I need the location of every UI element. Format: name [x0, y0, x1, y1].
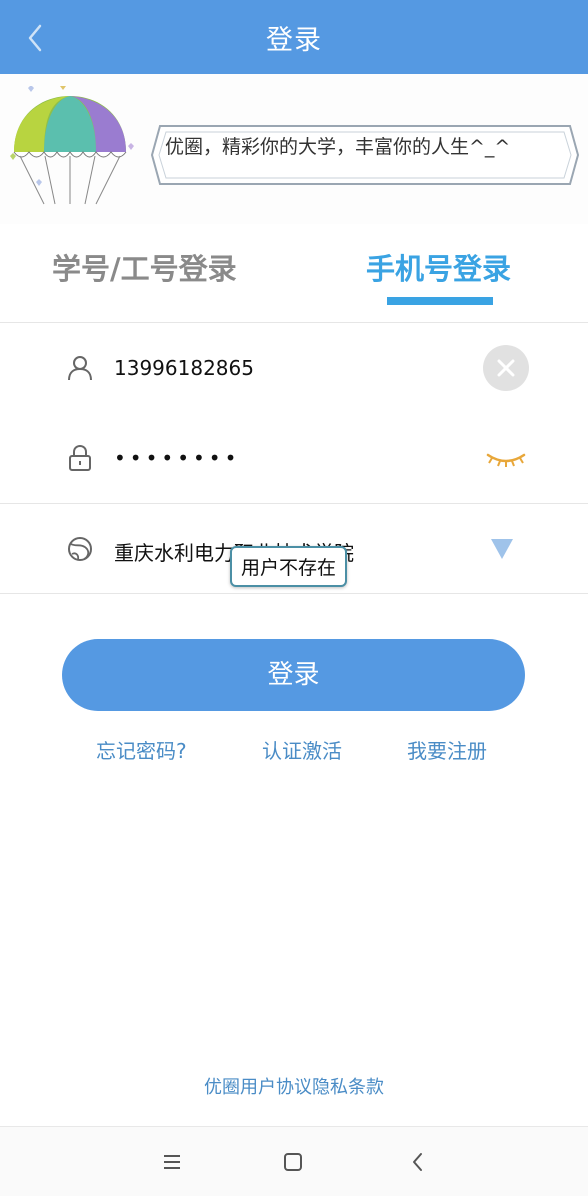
active-tab-indicator	[387, 297, 493, 305]
register-link[interactable]: 我要注册	[407, 735, 487, 764]
login-tabs: 学号/工号登录 手机号登录	[0, 224, 588, 322]
menu-icon[interactable]	[159, 1149, 185, 1175]
user-icon	[68, 356, 92, 381]
password-input[interactable]: ••••••••	[114, 446, 240, 470]
globe-icon	[68, 537, 92, 561]
eye-closed-icon[interactable]	[484, 437, 528, 477]
privacy-agreement-link[interactable]: 优圈用户协议隐私条款	[0, 1073, 588, 1099]
banner: 优圈，精彩你的大学，丰富你的人生^_^	[0, 74, 588, 224]
divider	[0, 593, 588, 594]
app-bar: 登录	[0, 0, 588, 74]
error-tooltip: 用户不存在	[230, 546, 348, 587]
slogan-text: 优圈，精彩你的大学，丰富你的人生^_^	[165, 136, 511, 158]
tab-student-id-login[interactable]: 学号/工号登录	[52, 246, 237, 288]
phone-input[interactable]: 13996182865	[114, 356, 254, 380]
clear-icon[interactable]	[483, 345, 529, 391]
login-button[interactable]: 登录	[62, 639, 525, 711]
password-row: ••••••••	[0, 413, 588, 503]
forgot-password-link[interactable]: 忘记密码?	[96, 735, 187, 764]
triangle-down-icon[interactable]	[490, 538, 514, 560]
phone-row: 13996182865	[0, 323, 588, 413]
lock-icon	[69, 444, 91, 471]
home-square-icon[interactable]	[280, 1149, 306, 1175]
back-icon[interactable]	[405, 1149, 431, 1175]
tab-phone-login[interactable]: 手机号登录	[366, 246, 511, 288]
parachute-illustration	[10, 86, 134, 205]
activate-link[interactable]: 认证激活	[262, 735, 342, 764]
system-navbar	[0, 1126, 588, 1196]
page-title: 登录	[266, 25, 322, 56]
